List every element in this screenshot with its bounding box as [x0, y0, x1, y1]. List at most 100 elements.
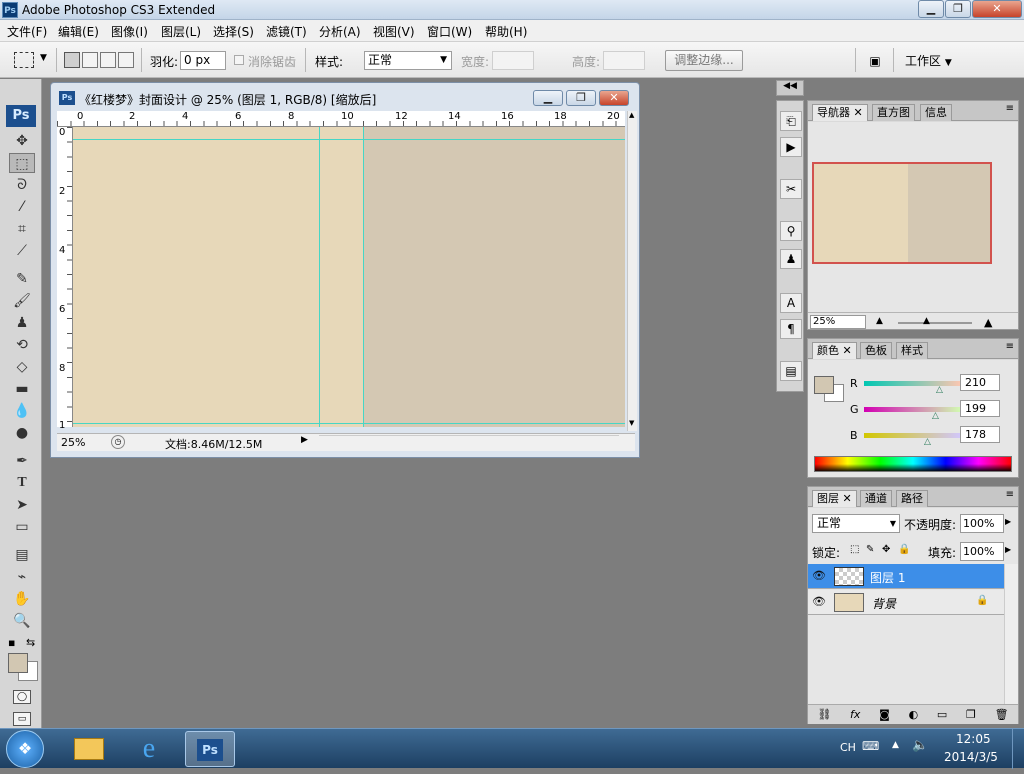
menu-edit[interactable]: 编辑(E): [58, 23, 99, 40]
slider-thumb-icon[interactable]: △: [932, 411, 939, 421]
menu-select[interactable]: 选择(S): [213, 23, 254, 40]
eye-icon[interactable]: 👁: [812, 569, 826, 582]
layer-row[interactable]: 👁 图层 1: [808, 564, 1004, 589]
brush-tool-icon[interactable]: 🖌: [9, 291, 35, 311]
status-arrow-icon[interactable]: ▶: [301, 435, 308, 445]
slider-thumb-icon[interactable]: △: [924, 437, 931, 447]
tab-navigator[interactable]: 导航器 ✕: [812, 104, 868, 121]
chevron-right-icon[interactable]: ▶: [1005, 545, 1011, 554]
group-folder-icon[interactable]: ▭: [937, 708, 947, 721]
menu-analysis[interactable]: 分析(A): [319, 23, 361, 40]
b-slider[interactable]: [864, 433, 962, 438]
quick-mask-icon[interactable]: ◯: [13, 690, 31, 704]
fill-input[interactable]: 100%: [960, 542, 1004, 561]
lock-transparency-icon[interactable]: ⬚: [850, 544, 859, 555]
zoom-level[interactable]: 25%: [61, 436, 85, 449]
blur-tool-icon[interactable]: 💧: [9, 401, 35, 421]
eyedropper-tool-icon[interactable]: ⌁: [9, 567, 35, 587]
opacity-input[interactable]: 100%: [960, 514, 1004, 533]
healing-brush-tool-icon[interactable]: ✎: [9, 269, 35, 289]
history-panel-icon[interactable]: ⎗: [780, 111, 802, 131]
status-menu-icon[interactable]: ◷: [111, 435, 125, 449]
history-brush-tool-icon[interactable]: ⟲: [9, 335, 35, 355]
panel-menu-icon[interactable]: ≡: [1006, 489, 1014, 500]
photoshop-taskbar-icon[interactable]: Ps: [185, 731, 235, 767]
scroll-up-arrow-icon[interactable]: ▲: [629, 111, 634, 119]
show-hidden-icons-icon[interactable]: ▲: [892, 740, 899, 750]
brushes-panel-icon[interactable]: ⚲: [780, 221, 802, 241]
zoom-slider-thumb-icon[interactable]: ▲: [923, 316, 930, 326]
start-button[interactable]: ❖: [6, 730, 44, 768]
trash-icon[interactable]: 🗑: [995, 708, 1009, 721]
gradient-tool-icon[interactable]: ▬: [9, 379, 35, 399]
color-foreground-swatch[interactable]: [814, 376, 834, 394]
eraser-tool-icon[interactable]: ◇: [9, 357, 35, 377]
clone-stamp-tool-icon[interactable]: ♟: [9, 313, 35, 333]
pen-tool-icon[interactable]: ✒: [9, 451, 35, 471]
new-layer-icon[interactable]: ❐: [966, 708, 976, 721]
keyboard-icon[interactable]: ⌨: [862, 739, 879, 753]
g-value-input[interactable]: 199: [960, 400, 1000, 417]
rectangular-marquee-tool-icon[interactable]: ⬚: [9, 153, 35, 173]
swap-colors-icon[interactable]: ⇆: [26, 636, 35, 649]
menu-image[interactable]: 图像(I): [111, 23, 148, 40]
navigator-preview[interactable]: [812, 162, 992, 264]
canvas[interactable]: [73, 127, 625, 427]
tab-histogram[interactable]: 直方图: [872, 104, 915, 121]
doc-restore-button[interactable]: ❐: [566, 90, 596, 106]
actions-panel-icon[interactable]: ▶: [780, 137, 802, 157]
vertical-scrollbar[interactable]: ▲ ▼: [627, 111, 637, 431]
dodge-tool-icon[interactable]: ●: [9, 423, 35, 443]
dock-collapse-bar[interactable]: ◀◀: [776, 80, 804, 96]
tab-swatches[interactable]: 色板: [860, 342, 892, 359]
zoom-in-icon[interactable]: ▲: [984, 316, 992, 329]
r-value-input[interactable]: 210: [960, 374, 1000, 391]
tab-styles[interactable]: 样式: [896, 342, 928, 359]
panel-menu-icon[interactable]: ≡: [1006, 341, 1014, 352]
doc-close-button[interactable]: ✕: [599, 90, 629, 106]
horizontal-scrollbar[interactable]: [319, 435, 619, 449]
foreground-color-swatch[interactable]: [8, 653, 28, 673]
lasso-tool-icon[interactable]: ᘐ: [9, 175, 35, 195]
default-colors-icon[interactable]: ◾: [8, 638, 15, 649]
paragraph-panel-icon[interactable]: ¶: [780, 319, 802, 339]
tab-layers[interactable]: 图层 ✕: [812, 490, 857, 507]
menu-view[interactable]: 视图(V): [373, 23, 415, 40]
character-panel-icon[interactable]: A: [780, 293, 802, 313]
close-button[interactable]: ✕: [972, 0, 1022, 18]
workspace-button[interactable]: 工作区 ▼: [905, 52, 952, 69]
add-selection-icon[interactable]: [82, 52, 98, 68]
b-value-input[interactable]: 178: [960, 426, 1000, 443]
eye-icon[interactable]: 👁: [812, 595, 826, 608]
zoom-tool-icon[interactable]: 🔍: [9, 611, 35, 631]
chevron-right-icon[interactable]: ▶: [1005, 517, 1011, 526]
feather-input[interactable]: 0 px: [180, 51, 226, 70]
panel-menu-icon[interactable]: ≡: [1006, 103, 1014, 114]
doc-minimize-button[interactable]: ▁: [533, 90, 563, 106]
hand-tool-icon[interactable]: ✋: [9, 589, 35, 609]
show-desktop-button[interactable]: [1012, 729, 1024, 769]
crop-tool-icon[interactable]: ⌗: [9, 219, 35, 239]
menu-help[interactable]: 帮助(H): [485, 23, 527, 40]
layer-comps-icon[interactable]: ▤: [780, 361, 802, 381]
tab-color[interactable]: 颜色 ✕: [812, 342, 857, 359]
tab-info[interactable]: 信息: [920, 104, 952, 121]
new-selection-icon[interactable]: [64, 52, 80, 68]
scroll-down-arrow-icon[interactable]: ▼: [629, 419, 634, 427]
fx-icon[interactable]: fx: [850, 708, 860, 721]
menu-layer[interactable]: 图层(L): [161, 23, 201, 40]
refine-edge-button[interactable]: 调整边缘...: [665, 50, 743, 71]
menu-filter[interactable]: 滤镜(T): [266, 23, 307, 40]
blend-mode-select[interactable]: 正常 ▼: [812, 514, 900, 533]
marquee-tool-icon[interactable]: [14, 52, 34, 68]
intersect-selection-icon[interactable]: [118, 52, 134, 68]
menu-window[interactable]: 窗口(W): [427, 23, 472, 40]
r-slider[interactable]: [864, 381, 962, 386]
rectangle-tool-icon[interactable]: ▭: [9, 517, 35, 537]
slice-tool-icon[interactable]: ⟋: [9, 241, 35, 261]
tool-presets-icon[interactable]: ✂: [780, 179, 802, 199]
clock-time[interactable]: 12:05: [956, 732, 991, 746]
tab-channels[interactable]: 通道: [860, 490, 892, 507]
menu-file[interactable]: 文件(F): [7, 23, 47, 40]
layer-row[interactable]: 👁 背景 🔒: [808, 590, 1004, 615]
